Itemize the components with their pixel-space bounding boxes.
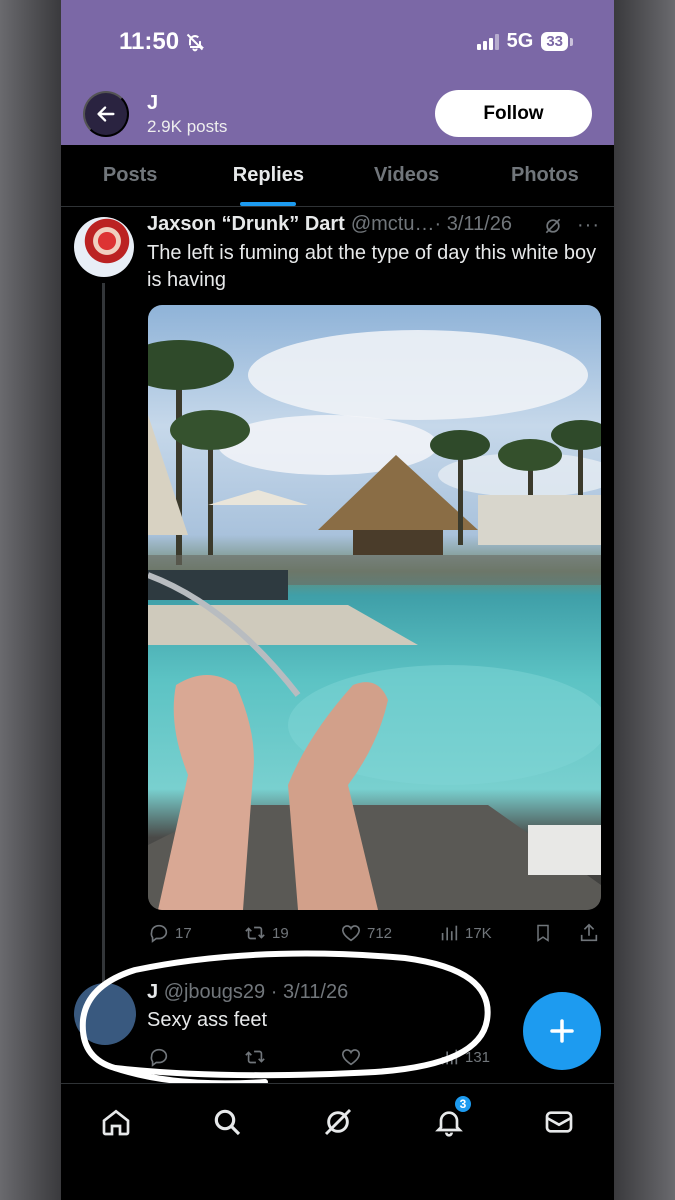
time-text: 11:50	[119, 28, 180, 55]
signal-icon	[476, 33, 499, 50]
thread-line	[102, 283, 105, 983]
like-count: 712	[367, 924, 393, 942]
author-handle[interactable]: @mctu…	[351, 213, 435, 236]
grok-icon[interactable]	[543, 216, 563, 236]
status-indicators: 5G 33	[476, 30, 573, 53]
plus-icon	[550, 1019, 574, 1043]
grok-icon	[324, 1108, 352, 1136]
profile-header: 11:50 5G 33 J 2.9K posts Follow	[61, 0, 614, 145]
nav-messages[interactable]	[539, 1102, 579, 1142]
annotation-circle	[79, 950, 491, 1087]
search-icon	[214, 1109, 241, 1136]
battery-icon: 33	[541, 32, 573, 51]
tab-photos[interactable]: Photos	[476, 145, 614, 206]
tweet-date: · 3/11/26	[434, 213, 512, 235]
follow-button[interactable]: Follow	[435, 90, 592, 137]
compose-button[interactable]	[523, 992, 601, 1070]
tweet-text: The left is fuming abt the type of day t…	[147, 242, 597, 291]
tweet-photo[interactable]	[148, 305, 601, 910]
share-action[interactable]	[578, 922, 600, 944]
post-count: 2.9K posts	[147, 117, 228, 136]
more-options-icon[interactable]: ···	[577, 214, 600, 237]
arrow-left-icon	[97, 106, 115, 122]
network-label: 5G	[506, 30, 534, 52]
bookmark-action[interactable]	[533, 922, 553, 944]
share-icon	[580, 923, 598, 942]
tab-posts[interactable]: Posts	[61, 145, 199, 206]
profile-tabs: Posts Replies Videos Photos	[61, 145, 614, 207]
status-time: 11:50	[119, 28, 205, 56]
phone-screen: 11:50 5G 33 J 2.9K posts Follow Posts Re…	[61, 0, 614, 1200]
nav-grok[interactable]	[318, 1102, 358, 1142]
tweet-header: Jaxson “Drunk” Dart @mctu… · 3/11/26	[147, 213, 512, 236]
profile-name: J	[147, 92, 159, 114]
tab-videos[interactable]: Videos	[338, 145, 476, 206]
mail-icon	[545, 1111, 573, 1133]
bottom-nav: 3	[61, 1083, 614, 1200]
nav-home[interactable]	[96, 1102, 136, 1142]
home-icon	[102, 1109, 130, 1136]
nav-notifications[interactable]: 3	[429, 1094, 473, 1142]
bell-slash-icon	[186, 33, 205, 52]
repost-count: 19	[272, 924, 289, 942]
view-count: 17K	[465, 924, 492, 942]
avatar[interactable]	[74, 217, 134, 277]
author-name[interactable]: Jaxson “Drunk” Dart	[147, 213, 345, 236]
notification-badge: 3	[453, 1094, 473, 1114]
pool-scene-image	[148, 330, 601, 910]
back-button[interactable]	[83, 91, 129, 137]
tab-replies[interactable]: Replies	[199, 145, 337, 206]
reply-count: 17	[175, 924, 192, 942]
bookmark-icon	[537, 924, 549, 942]
nav-search[interactable]	[207, 1102, 247, 1142]
